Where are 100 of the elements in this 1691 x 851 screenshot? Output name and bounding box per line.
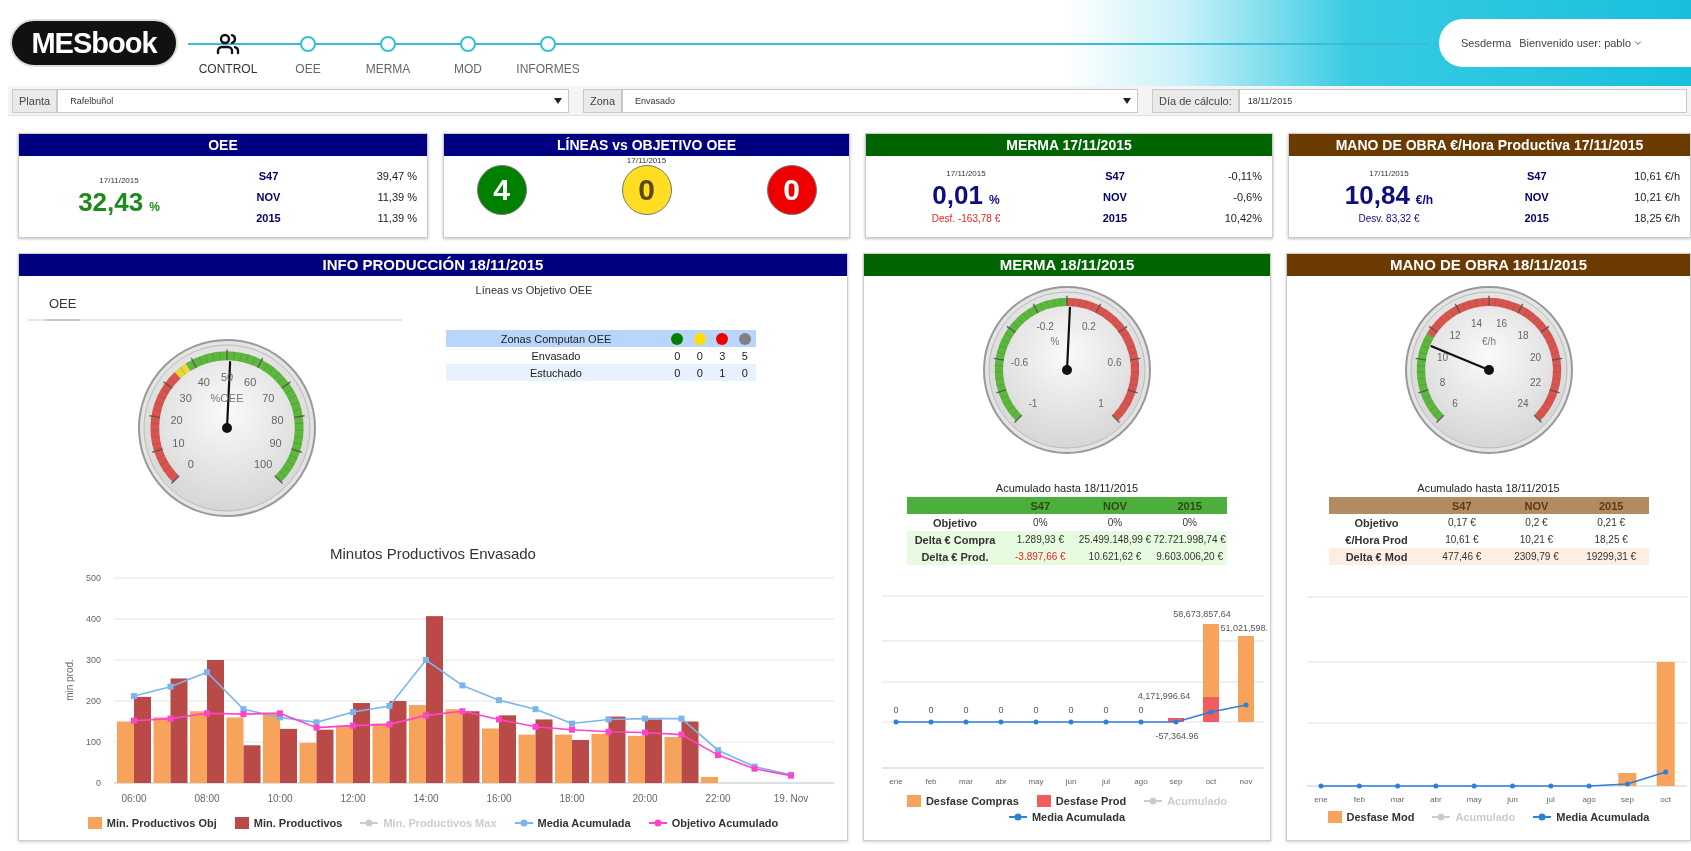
legend-label[interactable]: Min. Productivos Obj	[106, 817, 217, 829]
point	[167, 683, 174, 690]
select-field[interactable]: Rafelbuñol	[57, 88, 569, 113]
point	[277, 710, 283, 717]
legend-label[interactable]: Media Acumulada	[537, 817, 631, 829]
table-cell-text: 0%	[1106, 517, 1124, 528]
point	[459, 682, 466, 689]
kpi-note: Desv. 83,32 €	[1358, 213, 1420, 224]
gauge-label: 22	[1529, 376, 1541, 388]
point	[386, 702, 393, 709]
data-label: 4,171,996.64	[1137, 691, 1191, 701]
point	[131, 693, 137, 700]
period-label: 2015	[1101, 211, 1129, 224]
period-label: 2015	[1523, 211, 1550, 224]
nav-step[interactable]: MERMA	[348, 32, 428, 76]
point	[204, 669, 210, 676]
gauge-label: 40	[197, 376, 210, 389]
nav-step[interactable]: INFORMES	[508, 32, 588, 76]
legend-label[interactable]: Media Acumulada	[1031, 811, 1126, 823]
kpi-unit: %	[149, 199, 160, 214]
point	[350, 722, 356, 729]
filter-label: Día de cálculo:	[1152, 88, 1239, 113]
legend-label[interactable]: Desfase Mod	[1346, 811, 1415, 823]
legend-label[interactable]: Desfase Prod	[1055, 795, 1127, 807]
axis-label: 400	[85, 614, 101, 624]
row-label: Objetivo	[932, 516, 978, 529]
table-cell-text: 2309,79 €	[1513, 551, 1560, 562]
legend-label[interactable]: Objetivo Acumulado	[671, 817, 779, 829]
select-field[interactable]: Envasado	[622, 88, 1138, 113]
data-label: 0	[1068, 705, 1074, 715]
date-field[interactable]: 18/11/2015	[1238, 88, 1687, 113]
table-cell-text: 0%	[1032, 517, 1049, 528]
column-header: NOV	[1102, 499, 1128, 512]
chart-bar	[280, 728, 297, 783]
gauge-label: 0	[187, 457, 194, 470]
chart-bar	[372, 723, 390, 783]
panel-title: MANO DE OBRA 18/11/2015	[1287, 254, 1690, 276]
axis-label: abr	[995, 777, 1007, 786]
point	[423, 712, 429, 719]
chart-bar	[263, 712, 280, 783]
table-cell-text: 0	[695, 366, 704, 379]
chart-bar	[316, 729, 334, 783]
table-cell-text: 0,2 €	[1524, 517, 1549, 528]
step-circle-icon	[540, 36, 556, 52]
nav-step[interactable]: OEE	[268, 32, 348, 76]
period-value: -0,6%	[1232, 190, 1262, 203]
column-header: S47	[1451, 499, 1473, 512]
period-value: 10,42%	[1223, 211, 1262, 224]
data-label: 0	[893, 705, 899, 715]
status-light: 4	[476, 165, 527, 215]
gauge-label: 90	[269, 437, 282, 450]
axis-label: jul	[1546, 795, 1555, 804]
nav-step[interactable]: CONTROL	[188, 32, 268, 76]
table-cell-text: 0%	[1181, 517, 1198, 528]
period-label: NOV	[255, 190, 282, 203]
chart-bar	[299, 742, 317, 783]
table-cell-text: 1.289,93 €	[1015, 534, 1065, 545]
people-icon	[216, 32, 240, 56]
tab[interactable]: OEE	[45, 296, 81, 321]
axis-label: 200	[85, 696, 101, 706]
chart-bar	[591, 733, 609, 783]
period-value: -0,11%	[1226, 169, 1262, 182]
point	[496, 716, 502, 723]
table-cell: 72.721.998,74 €	[1152, 534, 1227, 545]
axis-label: ene	[889, 777, 903, 786]
status-light: 0	[621, 165, 672, 215]
logo[interactable]: MESbook	[10, 19, 178, 67]
chart-bar	[499, 715, 516, 783]
nav-step[interactable]: MOD	[428, 32, 508, 76]
legend-label[interactable]: Min. Productivos	[253, 817, 343, 829]
period-label: NOV	[1523, 190, 1550, 203]
filter-label: Zona	[583, 88, 623, 113]
gauge-label: 0.2	[1081, 321, 1096, 333]
point	[642, 729, 648, 736]
point	[240, 711, 247, 718]
row-label: Estuchado	[529, 366, 583, 379]
gauge-label: 60	[244, 376, 257, 389]
data-label: 0	[1033, 705, 1039, 715]
gauge-label: 8	[1439, 376, 1445, 388]
data-label: -57,364.96	[1155, 731, 1199, 741]
chart-bar	[701, 776, 718, 783]
column-header: 2015	[1597, 499, 1625, 512]
legend-label[interactable]: Desfase Compras	[925, 795, 1019, 807]
data-label: 51,021,598.	[1220, 623, 1268, 633]
gauge-label: 18	[1517, 330, 1529, 342]
gauge-label: 10	[172, 437, 185, 450]
point	[386, 721, 393, 728]
axis-label: jul	[1102, 777, 1110, 786]
row-label: €/Hora Prod	[1344, 533, 1409, 546]
row-label: Objetivo	[1353, 516, 1400, 529]
table-cell-text: 3	[718, 349, 727, 362]
user-menu[interactable]: Bienvenido user: pablo	[1519, 37, 1632, 49]
legend-label[interactable]: Media Acumulada	[1556, 811, 1650, 823]
table-cell-text: 10,21 €	[1518, 534, 1555, 545]
table-title: Líneas vs Objetivo OEE	[474, 284, 594, 296]
gauge-label: 20	[170, 413, 183, 426]
table-cell: 25.499.148,99 €	[1077, 534, 1153, 545]
caret-icon[interactable]	[1633, 38, 1644, 48]
chart-bar	[555, 734, 572, 783]
gauge-label: -0.2	[1036, 321, 1054, 333]
